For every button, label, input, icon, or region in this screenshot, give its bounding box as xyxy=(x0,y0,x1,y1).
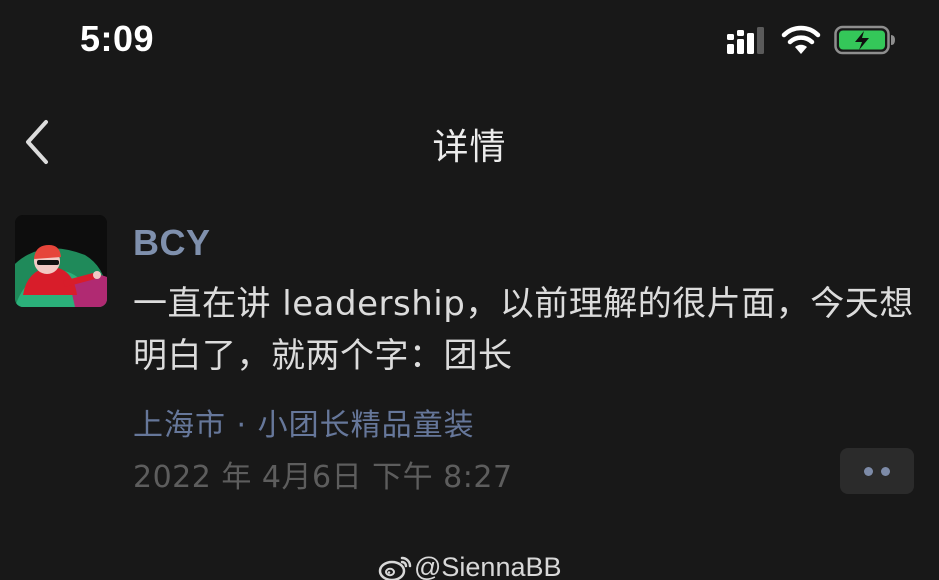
moment-post: BCY 一直在讲 leadership，以前理解的很片面，今天想明白了，就两个字… xyxy=(0,190,939,530)
signal-icon xyxy=(727,27,764,54)
post-timestamp: 2022 年 4月6日 下午 8:27 xyxy=(133,460,513,495)
more-dots-icon xyxy=(881,467,890,476)
avatar[interactable] xyxy=(15,215,107,307)
battery-charging-icon xyxy=(834,25,895,55)
weibo-logo-icon xyxy=(378,556,412,580)
post-text: 一直在讲 leadership，以前理解的很片面，今天想明白了，就两个字：团长 xyxy=(133,284,914,376)
page-title: 详情 xyxy=(432,127,507,168)
status-bar: 5:09 xyxy=(0,0,939,82)
watermark-text: @SiennaBB xyxy=(414,552,562,580)
nav-bar: 详情 xyxy=(0,92,939,190)
location-link[interactable]: 上海市 · 小团长精品童装 xyxy=(133,400,475,444)
wifi-icon xyxy=(781,25,821,54)
status-time: 5:09 xyxy=(80,18,155,59)
more-dots-icon xyxy=(864,467,873,476)
moment-detail-screen: 5:09 详情 BCY 一直在讲 leadership，以前理解的很片面，今天想… xyxy=(0,0,939,580)
more-button[interactable] xyxy=(840,448,914,494)
author-name[interactable]: BCY xyxy=(133,222,211,264)
